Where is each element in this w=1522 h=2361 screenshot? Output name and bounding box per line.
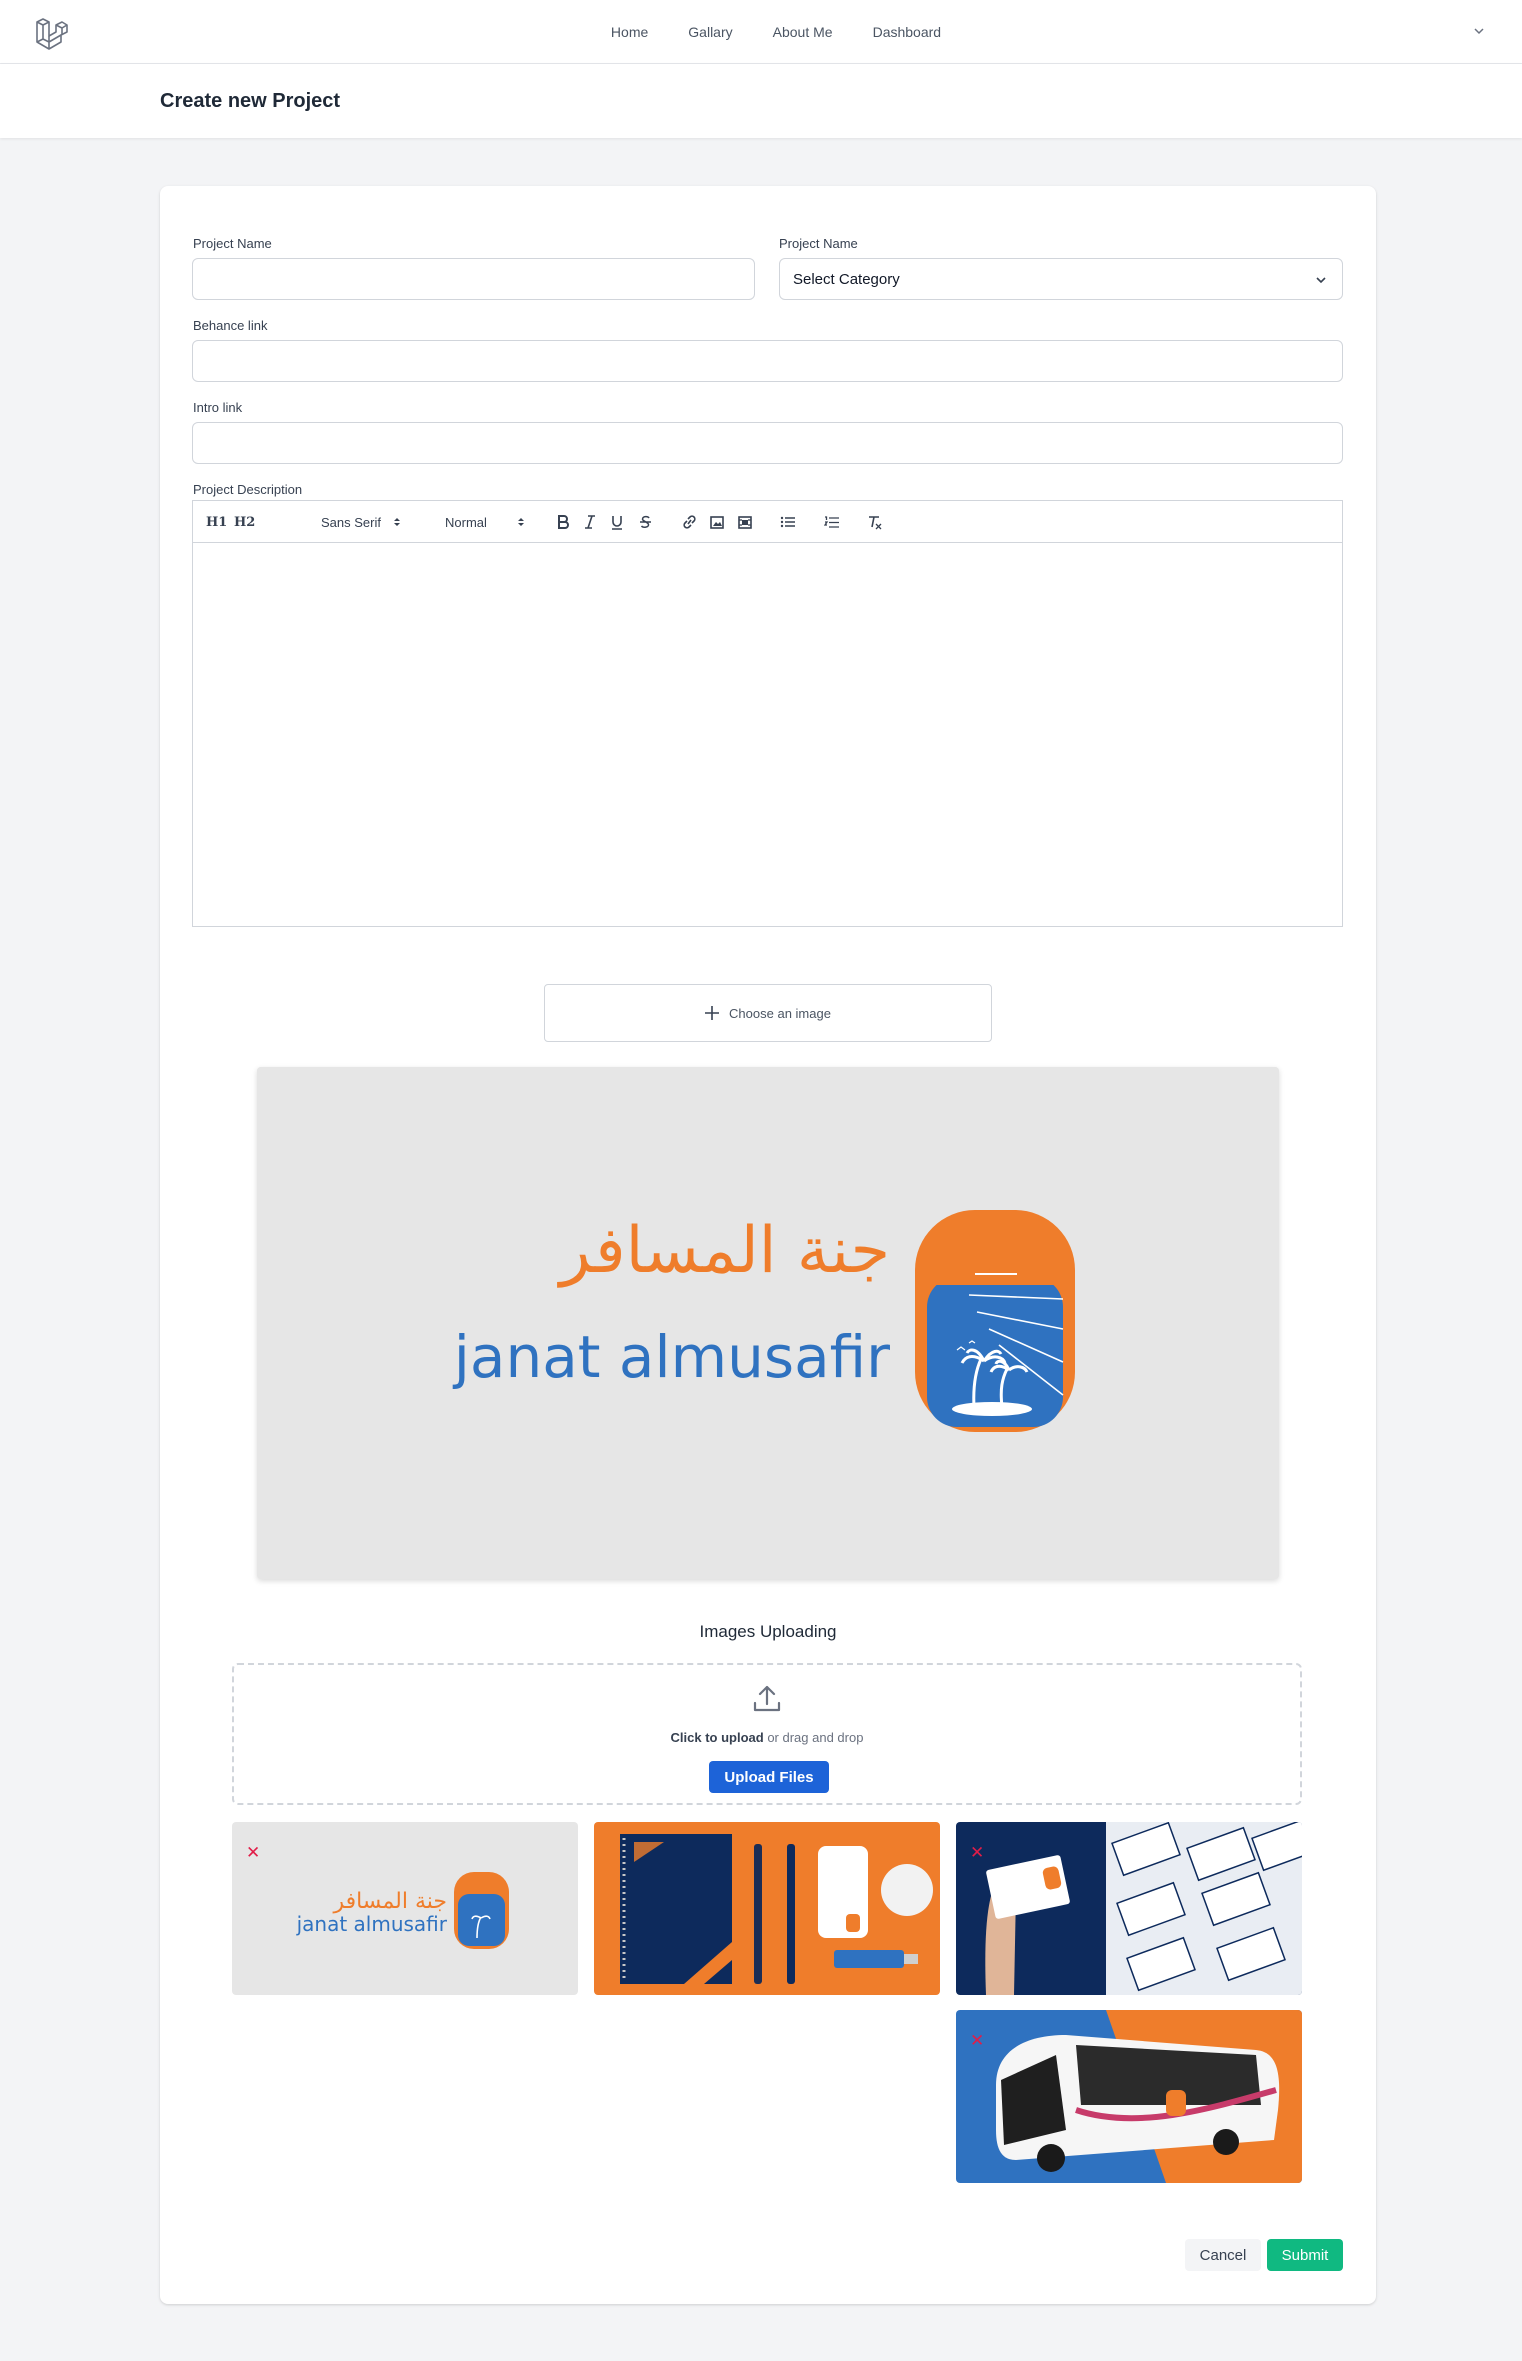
bold-icon[interactable] bbox=[555, 513, 571, 531]
category-label: Project Name bbox=[779, 236, 858, 251]
rich-text-editor: H1 H2 Sans Serif Normal bbox=[192, 500, 1343, 927]
italic-icon[interactable] bbox=[583, 513, 597, 531]
main-nav: Home Gallary About Me Dashboard bbox=[0, 0, 1522, 64]
project-description-label: Project Description bbox=[193, 482, 303, 497]
submit-button[interactable]: Submit bbox=[1267, 2239, 1343, 2271]
remove-image-close-icon[interactable]: ✕ bbox=[970, 1844, 984, 1861]
upload-icon bbox=[751, 1683, 783, 1715]
plus-icon bbox=[705, 1006, 720, 1020]
choose-image-label: Choose an image bbox=[729, 1005, 831, 1021]
editor-content-area[interactable] bbox=[193, 543, 1342, 926]
uploaded-image-thumbnail bbox=[594, 1822, 940, 1995]
uploaded-image-thumbnail: ✕ bbox=[956, 2010, 1302, 2183]
remove-image-close-icon[interactable]: ✕ bbox=[970, 2032, 984, 2049]
editor-toolbar: H1 H2 Sans Serif Normal bbox=[193, 501, 1342, 543]
dropzone-hint: Click to upload or drag and drop bbox=[234, 1730, 1300, 1745]
thumb-latin-text: janat almusafir bbox=[296, 1912, 448, 1936]
stationery-mockup-image bbox=[594, 1822, 940, 1995]
heading-2-button[interactable]: H2 bbox=[234, 513, 255, 531]
behance-link-input[interactable] bbox=[192, 340, 1343, 382]
janat-almusafir-logo-image: جنة المسافر janat almusafir bbox=[257, 1067, 1279, 1579]
intro-link-label: Intro link bbox=[193, 400, 243, 415]
user-menu-chevron-down-icon[interactable] bbox=[1472, 24, 1486, 38]
logo-thumbnail-image: جنة المسافر janat almusafir bbox=[232, 1822, 578, 1995]
page-title: Create new Project bbox=[160, 90, 341, 112]
drag-drop-text: or drag and drop bbox=[763, 1730, 864, 1745]
category-select[interactable]: Select Category bbox=[779, 258, 1343, 300]
font-family-value: Sans Serif bbox=[321, 514, 381, 530]
heading-1-button[interactable]: H1 bbox=[206, 513, 227, 531]
nav-about-link[interactable]: About Me bbox=[773, 24, 833, 40]
choose-image-button[interactable]: Choose an image bbox=[544, 984, 992, 1042]
project-form-card: Project Name Project Name Select Categor… bbox=[160, 186, 1376, 2304]
arabic-logo-text: جنة المسافر bbox=[557, 1214, 890, 1288]
cancel-button[interactable]: Cancel bbox=[1185, 2239, 1261, 2271]
project-name-input[interactable] bbox=[192, 258, 755, 300]
thumb-arabic-text: جنة المسافر bbox=[332, 1889, 447, 1914]
category-select-value: Select Category bbox=[793, 270, 900, 288]
video-icon[interactable] bbox=[737, 513, 753, 531]
cover-image-preview: جنة المسافر janat almusafir bbox=[257, 1067, 1279, 1579]
nav-home-link[interactable]: Home bbox=[611, 24, 648, 40]
click-to-upload-text: Click to upload bbox=[670, 1730, 764, 1745]
strikethrough-icon[interactable] bbox=[638, 513, 652, 531]
remove-image-close-icon[interactable]: ✕ bbox=[246, 1844, 260, 1861]
font-size-picker[interactable]: Normal bbox=[445, 513, 533, 531]
behance-link-label: Behance link bbox=[193, 318, 268, 333]
underline-icon[interactable] bbox=[610, 513, 624, 531]
intro-link-input[interactable] bbox=[192, 422, 1343, 464]
font-family-picker[interactable]: Sans Serif bbox=[321, 513, 421, 531]
images-uploading-title: Images Uploading bbox=[699, 1622, 837, 1641]
clear-format-icon[interactable] bbox=[866, 513, 884, 531]
updown-arrows-icon bbox=[393, 518, 400, 526]
uploaded-image-thumbnail: جنة المسافر janat almusafir ✕ bbox=[232, 1822, 578, 1995]
updown-arrows-icon bbox=[517, 518, 524, 526]
page-header: Create new Project bbox=[0, 64, 1522, 138]
business-cards-mockup-image bbox=[956, 1822, 1302, 1995]
uploaded-image-thumbnail: ✕ bbox=[956, 1822, 1302, 1995]
image-icon[interactable] bbox=[709, 513, 725, 531]
link-icon[interactable] bbox=[681, 513, 697, 531]
font-size-value: Normal bbox=[445, 514, 487, 530]
nav-dashboard-link[interactable]: Dashboard bbox=[873, 24, 942, 40]
latin-logo-text: janat almusafir bbox=[452, 1323, 890, 1391]
nav-gallery-link[interactable]: Gallary bbox=[688, 24, 732, 40]
bus-branding-mockup-image bbox=[956, 2010, 1302, 2183]
upload-files-button[interactable]: Upload Files bbox=[709, 1761, 829, 1793]
upload-dropzone[interactable]: Click to upload or drag and drop Upload … bbox=[232, 1663, 1302, 1805]
project-name-label: Project Name bbox=[193, 236, 272, 251]
chevron-down-icon bbox=[1314, 273, 1328, 287]
bullet-list-icon[interactable] bbox=[779, 513, 797, 531]
top-navbar: Home Gallary About Me Dashboard bbox=[0, 0, 1522, 64]
numbered-list-icon[interactable] bbox=[823, 513, 841, 531]
